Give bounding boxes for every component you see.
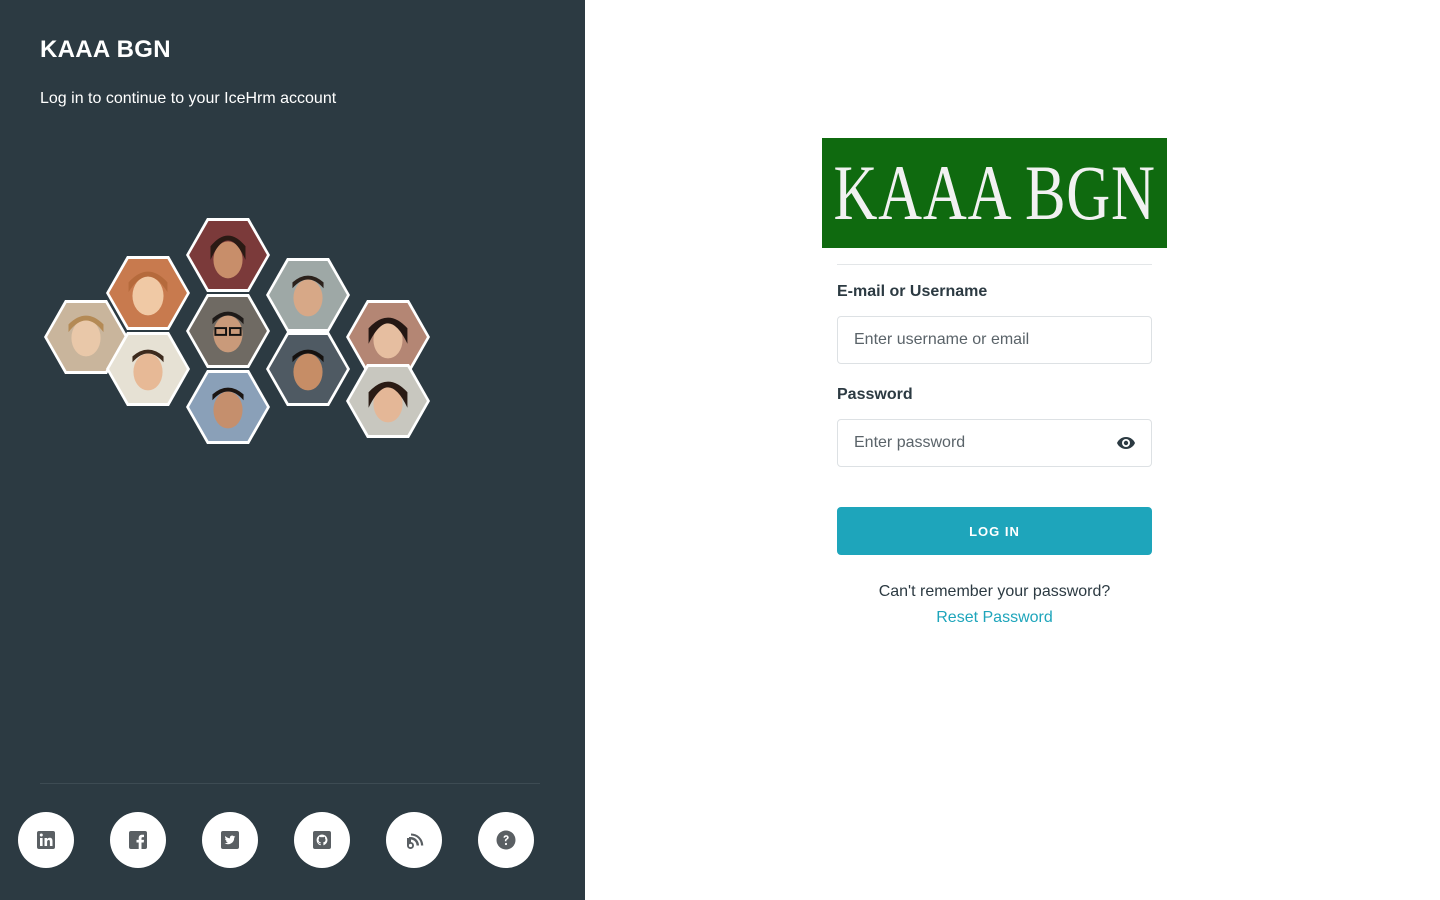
face-hexagon xyxy=(266,258,350,332)
help-button[interactable] xyxy=(478,812,534,868)
face-hexagon xyxy=(346,300,430,374)
left-panel: KAAA BGN Log in to continue to your IceH… xyxy=(0,0,585,900)
logo-text: KAAA BGN xyxy=(833,149,1156,236)
show-password-toggle[interactable] xyxy=(1116,434,1136,452)
login-button[interactable]: LOG IN xyxy=(837,507,1152,555)
team-illustration xyxy=(40,216,440,446)
form-divider xyxy=(837,264,1152,265)
blog-icon xyxy=(407,833,424,849)
face-hexagon xyxy=(186,294,270,368)
facebook-button[interactable] xyxy=(110,812,166,868)
twitter-button[interactable] xyxy=(202,812,258,868)
github-icon xyxy=(313,831,331,849)
eye-icon xyxy=(1117,437,1135,449)
company-name: KAAA BGN xyxy=(40,36,171,63)
password-label: Password xyxy=(837,386,913,403)
left-divider xyxy=(40,783,540,784)
reset-password-link[interactable]: Reset Password xyxy=(837,609,1152,627)
linkedin-button[interactable] xyxy=(18,812,74,868)
blog-button[interactable] xyxy=(386,812,442,868)
face-hexagon xyxy=(346,364,430,438)
face-hexagon xyxy=(186,218,270,292)
twitter-icon xyxy=(221,831,239,849)
face-hexagon xyxy=(266,332,350,406)
linkedin-icon xyxy=(37,831,55,849)
forgot-password-text: Can't remember your password? xyxy=(878,583,1111,600)
help-icon xyxy=(496,830,516,850)
facebook-icon xyxy=(129,831,147,849)
github-button[interactable] xyxy=(294,812,350,868)
company-logo: KAAA BGN xyxy=(822,138,1167,248)
login-tagline: Log in to continue to your IceHrm accoun… xyxy=(40,90,337,107)
username-input[interactable] xyxy=(837,316,1152,364)
face-hexagon xyxy=(106,256,190,330)
face-hexagon xyxy=(186,370,270,444)
username-label: E-mail or Username xyxy=(837,283,988,300)
password-input[interactable] xyxy=(837,419,1152,467)
